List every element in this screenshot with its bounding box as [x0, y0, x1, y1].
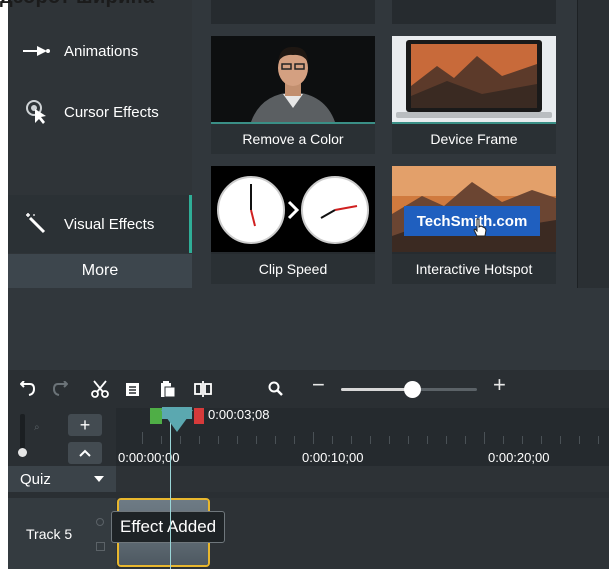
- redo-icon[interactable]: [52, 380, 68, 398]
- quiz-label: Quiz: [20, 470, 51, 488]
- copy-icon[interactable]: [125, 380, 141, 398]
- animation-arrow-icon: [8, 44, 64, 58]
- undo-icon[interactable]: [20, 380, 36, 398]
- hotspot-thumbnail: TechSmith.com: [392, 166, 556, 252]
- effect-tile-label: Clip Speed: [211, 254, 375, 284]
- sidebar-item-animations[interactable]: Animations: [8, 22, 192, 80]
- sidebar-item-cursor-effects[interactable]: Cursor Effects: [8, 83, 192, 141]
- hand-cursor-icon: [472, 218, 488, 243]
- track-height-slider[interactable]: [20, 414, 25, 452]
- zoom-small-icon: ⌕: [34, 422, 40, 433]
- quiz-track-row: Quiz: [8, 466, 609, 492]
- track-controls-header: ⌕ +: [8, 408, 116, 466]
- laptop-thumbnail: [392, 36, 556, 122]
- paste-icon[interactable]: [160, 380, 176, 398]
- sidebar-item-label: Animations: [64, 42, 139, 60]
- presenter-thumbnail: [211, 36, 375, 122]
- quiz-dropdown[interactable]: Quiz: [8, 466, 116, 492]
- effect-added-tooltip: Effect Added: [111, 511, 226, 543]
- timeline: − + ⌕ + 0:00:00;00 0:00:10;00 0:00:20;00…: [8, 370, 609, 569]
- track-header[interactable]: Track 5: [8, 498, 116, 569]
- caption-fragment: дзорот ширина: [0, 0, 609, 10]
- zoom-out-icon[interactable]: −: [312, 372, 325, 397]
- effect-tile-remove-a-color[interactable]: Remove a Color: [211, 36, 375, 154]
- chevron-down-icon: [94, 476, 104, 482]
- playhead-line: [170, 418, 171, 569]
- visibility-icon[interactable]: [96, 542, 105, 551]
- effect-tile-interactive-hotspot[interactable]: TechSmith.com Interactive Hotspot: [392, 166, 556, 284]
- track-height-knob[interactable]: [18, 448, 27, 457]
- playhead-arrow[interactable]: [161, 410, 193, 432]
- clocks-thumbnail: [211, 166, 375, 252]
- effects-scrollbar[interactable]: [578, 0, 609, 288]
- effect-tile-label: Device Frame: [392, 124, 556, 154]
- cut-icon[interactable]: [91, 380, 109, 398]
- effect-tile-label: Interactive Hotspot: [392, 254, 556, 284]
- collapse-button[interactable]: [68, 442, 102, 464]
- add-track-button[interactable]: +: [68, 414, 102, 436]
- out-point-marker[interactable]: [194, 408, 204, 424]
- track-name: Track 5: [26, 525, 73, 542]
- zoom-slider-handle[interactable]: [404, 381, 421, 398]
- ruler-time-label: 0:00:10;00: [302, 450, 364, 465]
- timeline-toolbar: − +: [8, 370, 609, 408]
- effects-sidebar: Animations Cursor Effects Visual Effects…: [8, 0, 192, 288]
- effects-grid: Remove a Color Device Frame Clip Speed T…: [192, 0, 578, 288]
- scroll-divider: [577, 0, 578, 288]
- lock-icon[interactable]: [96, 518, 104, 526]
- sidebar-item-label: Cursor Effects: [64, 103, 159, 121]
- effect-tile-device-frame[interactable]: Device Frame: [392, 36, 556, 154]
- zoom-slider-fill: [341, 388, 413, 391]
- split-icon[interactable]: [194, 380, 212, 398]
- zoom-icon[interactable]: [268, 380, 284, 398]
- sidebar-item-label: Visual Effects: [64, 215, 155, 233]
- cursor-effects-icon: [8, 99, 64, 125]
- effect-tile-label: Remove a Color: [211, 124, 375, 154]
- ruler-time-label: 0:00:20;00: [488, 450, 550, 465]
- camtasia-window: Animations Cursor Effects Visual Effects…: [0, 0, 609, 569]
- effect-tile-clip-speed[interactable]: Clip Speed: [211, 166, 375, 284]
- more-button[interactable]: More: [8, 254, 192, 288]
- properties-panel: [8, 288, 609, 370]
- sidebar-item-visual-effects[interactable]: Visual Effects: [8, 195, 192, 253]
- track-row: Track 5: [8, 498, 609, 569]
- playhead-time: 0:00:03;08: [208, 407, 270, 422]
- zoom-in-icon[interactable]: +: [493, 372, 506, 397]
- magic-wand-icon: [8, 212, 64, 236]
